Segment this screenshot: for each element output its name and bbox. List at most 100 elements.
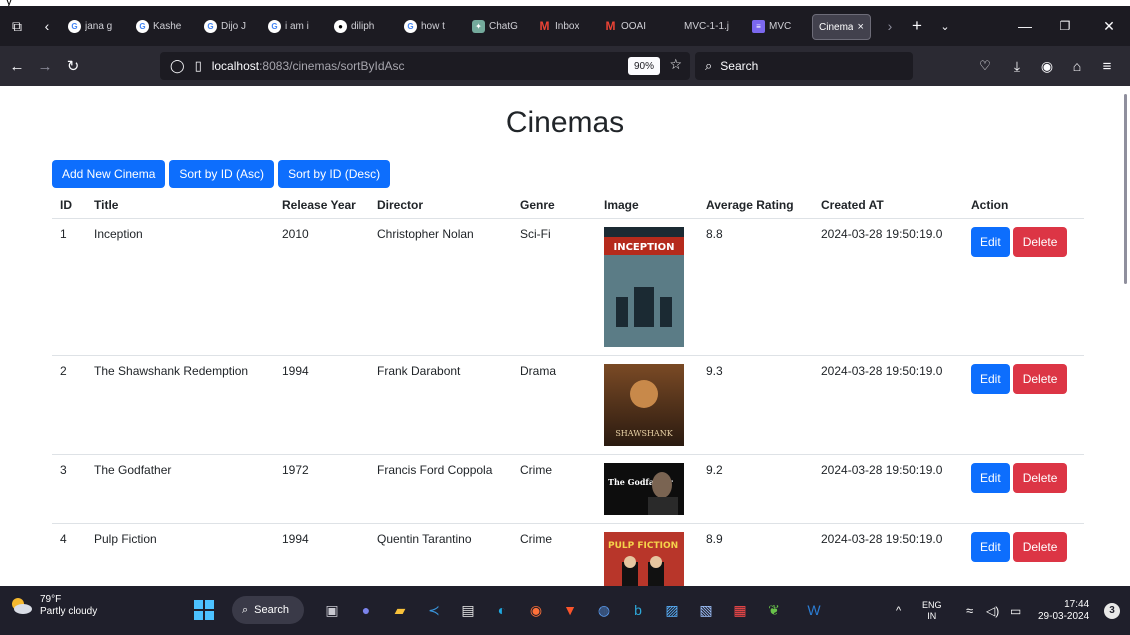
cell-average-rating: 8.8: [698, 218, 813, 356]
snipping-icon[interactable]: ▧: [692, 596, 720, 624]
tab-overview-icon[interactable]: ⧉: [4, 6, 30, 46]
gmail-icon: M: [605, 19, 616, 33]
edit-button[interactable]: Edit: [971, 227, 1010, 257]
tab-title: MVC-1-1.j: [684, 20, 730, 32]
language-indicator[interactable]: ENG IN: [922, 586, 942, 635]
taskbar-search-label: Search: [254, 604, 290, 616]
add-cinema-button[interactable]: Add New Cinema: [52, 160, 166, 188]
tab-title: Kashe: [153, 20, 182, 32]
browser-tab-6[interactable]: G how t: [404, 14, 445, 38]
extensions-icon[interactable]: ⌂: [1064, 46, 1090, 86]
cell-genre: Crime: [512, 523, 596, 586]
page-title: Cinemas: [505, 106, 625, 139]
photos-icon[interactable]: ▨: [658, 596, 686, 624]
task-view-icon[interactable]: ▣: [318, 596, 346, 624]
browser-tab-7[interactable]: ✦ ChatG: [472, 14, 518, 38]
cell-title: The Godfather: [86, 454, 274, 524]
browser-tab-1[interactable]: G jana g: [68, 14, 112, 38]
browser-tab-5[interactable]: ● diliph: [334, 14, 374, 38]
browser-tab-4[interactable]: G i am i: [268, 14, 309, 38]
column-header-created-at: Created AT: [813, 192, 963, 219]
cell-title: Inception: [86, 218, 274, 356]
battery-icon[interactable]: ▭: [1010, 586, 1021, 635]
close-window-icon[interactable]: ✕: [1094, 6, 1124, 46]
new-tab-icon[interactable]: +: [904, 6, 930, 46]
chevron-left-icon[interactable]: ‹: [34, 6, 60, 46]
winrar-icon[interactable]: ▦: [726, 596, 754, 624]
spring-icon[interactable]: ❦: [760, 596, 788, 624]
close-tab-icon[interactable]: ×: [857, 21, 863, 33]
cell-director: Christopher Nolan: [369, 218, 512, 356]
edit-button[interactable]: Edit: [971, 364, 1010, 394]
cell-release-year: 2010: [274, 218, 369, 356]
store-icon[interactable]: ▤: [454, 596, 482, 624]
bookmark-star-icon[interactable]: ☆: [669, 56, 682, 73]
google-icon: G: [68, 19, 81, 33]
chrome-icon[interactable]: ◍: [590, 596, 618, 624]
partly-cloudy-icon: [12, 598, 32, 614]
volume-icon[interactable]: ◁): [986, 586, 999, 635]
notification-badge[interactable]: 3: [1104, 586, 1120, 635]
file-explorer-icon[interactable]: ▰: [386, 596, 414, 624]
taskbar-search[interactable]: ⌕ Search: [232, 596, 304, 624]
wifi-icon[interactable]: ≈: [966, 586, 973, 635]
download-icon[interactable]: ⤓: [1004, 46, 1030, 86]
tab-title: OOAI: [621, 20, 647, 32]
browser-nav-bar: ← → ↻ ◯ ▯ localhost:8083/cinemas/sortByI…: [0, 46, 1130, 86]
bing-icon[interactable]: b: [624, 596, 652, 624]
show-hidden-icons[interactable]: ^: [896, 586, 901, 635]
shawshank-poster-image: SHAWSHANK: [604, 364, 684, 446]
address-bar[interactable]: ◯ ▯ localhost:8083/cinemas/sortByIdAsc 9…: [160, 52, 690, 80]
notification-count: 3: [1104, 602, 1120, 619]
godfather-poster-image: The Godfather: [604, 463, 684, 515]
browser-tab-10[interactable]: MVC-1-1.j: [684, 14, 729, 38]
pocket-icon[interactable]: ♡: [972, 46, 998, 86]
svg-text:PULP FICTION: PULP FICTION: [608, 541, 678, 551]
firefox-icon[interactable]: ◉: [522, 596, 550, 624]
edit-button[interactable]: Edit: [971, 532, 1010, 562]
browser-tab-2[interactable]: G Kashe: [136, 14, 181, 38]
browser-tab-8[interactable]: M Inbox: [538, 14, 580, 38]
weather-widget[interactable]: 79°F Partly cloudy: [8, 594, 97, 618]
delete-button[interactable]: Delete: [1012, 463, 1068, 493]
vscode-icon[interactable]: ≺: [420, 596, 448, 624]
search-input[interactable]: ⌕ Search: [695, 52, 913, 80]
column-header-action: Action: [963, 192, 1084, 219]
browser-tab-active[interactable]: Cinema ×: [812, 14, 871, 40]
cell-release-year: 1972: [274, 454, 369, 524]
sort-asc-button[interactable]: Sort by ID (Asc): [169, 160, 275, 188]
column-header-genre: Genre: [512, 192, 596, 219]
account-icon[interactable]: ◉: [1034, 46, 1060, 86]
menu-icon[interactable]: ≡: [1094, 46, 1120, 86]
restore-icon[interactable]: ❐: [1050, 6, 1080, 46]
cell-action: Edit Delete: [963, 523, 1084, 586]
brave-icon[interactable]: ▼: [556, 596, 584, 624]
chevron-down-icon[interactable]: ⌄: [932, 6, 958, 46]
column-header-average-rating: Average Rating: [698, 192, 813, 219]
forward-icon[interactable]: →: [32, 46, 58, 86]
clock[interactable]: 17:44 29-03-2024: [1038, 586, 1089, 635]
sort-desc-button[interactable]: Sort by ID (Desc): [278, 160, 391, 188]
delete-button[interactable]: Delete: [1012, 532, 1068, 562]
browser-tab-11[interactable]: ≡ MVC: [752, 14, 791, 38]
browser-tab-3[interactable]: G Dijo J: [204, 14, 246, 38]
windows-start-icon[interactable]: [190, 596, 218, 624]
reload-icon[interactable]: ↻: [60, 46, 86, 86]
cell-director: Quentin Tarantino: [369, 523, 512, 586]
cell-image: The Godfather: [596, 454, 698, 524]
delete-button[interactable]: Delete: [1012, 227, 1068, 257]
delete-button[interactable]: Delete: [1012, 364, 1068, 394]
back-icon[interactable]: ←: [4, 46, 30, 86]
tab-title: how t: [421, 20, 445, 32]
chevron-right-icon[interactable]: ›: [880, 6, 900, 46]
minimize-icon[interactable]: —: [1010, 6, 1040, 46]
edit-button[interactable]: Edit: [971, 463, 1010, 493]
cell-id: 3: [52, 454, 86, 524]
chat-icon[interactable]: ●: [352, 596, 380, 624]
browser-tab-9[interactable]: M OOAI: [604, 14, 647, 38]
zoom-level[interactable]: 90%: [627, 57, 660, 75]
url-text[interactable]: localhost:8083/cinemas/sortByIdAsc: [212, 59, 405, 73]
word-icon[interactable]: W: [800, 596, 828, 624]
edge-icon[interactable]: ◐: [488, 596, 516, 624]
cell-image: INCEPTION: [596, 218, 698, 356]
